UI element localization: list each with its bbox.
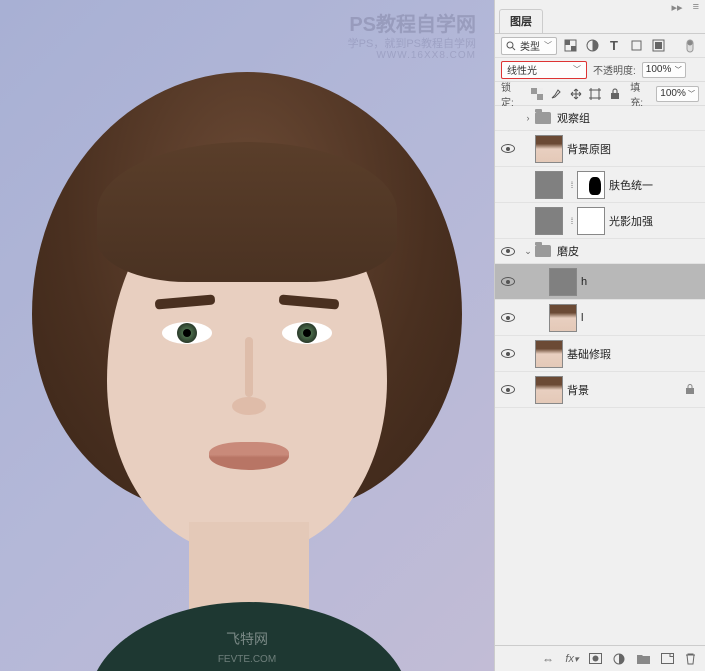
watermark-url: WWW.16XX8.COM	[376, 50, 476, 61]
layers-list[interactable]: › 观察组 背景原图 ⁞ 肤色统一 ⁞	[495, 106, 705, 645]
document-canvas[interactable]: PS教程自学网 学PS，就到PS教程自学网 WWW.16XX8.COM 飞特网 …	[0, 0, 494, 671]
panel-collapse-icon[interactable]: ▸▸	[672, 1, 683, 11]
layer-row[interactable]: ⁞ 光影加强	[495, 203, 705, 239]
layer-row[interactable]: l	[495, 300, 705, 336]
layer-row-background[interactable]: 背景	[495, 372, 705, 408]
expand-toggle[interactable]: ⌄	[521, 246, 535, 257]
eye-icon	[501, 277, 515, 286]
layer-row[interactable]: 背景原图	[495, 131, 705, 167]
new-adjustment-icon[interactable]	[613, 653, 627, 665]
layer-group-row[interactable]: › 观察组	[495, 106, 705, 131]
layer-thumbnail[interactable]	[535, 340, 563, 368]
layer-name[interactable]: 背景	[567, 382, 685, 398]
expand-toggle[interactable]: ›	[521, 113, 535, 123]
layer-group-row[interactable]: ⌄ 磨皮	[495, 239, 705, 264]
filter-toggle-switch[interactable]	[681, 37, 699, 55]
fill-label: 填充:	[630, 79, 652, 109]
visibility-toggle[interactable]	[495, 247, 521, 256]
visibility-toggle[interactable]	[495, 349, 521, 358]
visibility-toggle[interactable]	[495, 144, 521, 153]
tab-layers[interactable]: 图层	[499, 9, 543, 33]
filter-shape-icon[interactable]	[627, 37, 645, 55]
panel-menu-icon[interactable]: ≡	[693, 1, 699, 11]
eye-icon	[501, 144, 515, 153]
filter-type-icon[interactable]: T	[605, 37, 623, 55]
lock-all-icon[interactable]	[607, 86, 622, 102]
layer-name[interactable]: 磨皮	[557, 243, 699, 259]
layers-footer: ⇔ fx▾	[495, 645, 705, 671]
filter-adjustment-icon[interactable]	[583, 37, 601, 55]
layer-thumbnail[interactable]	[535, 135, 563, 163]
chevron-down-icon: ﹀	[573, 64, 581, 75]
eye-icon	[501, 247, 515, 256]
layer-name[interactable]: 光影加强	[609, 213, 699, 229]
layer-thumbnail[interactable]	[535, 171, 563, 199]
blend-mode-select[interactable]: 线性光 ﹀	[501, 61, 587, 79]
layer-thumbnail[interactable]	[549, 304, 577, 332]
layer-filter-bar: 类型 ﹀ T	[495, 34, 705, 58]
mask-link-icon[interactable]: ⁞	[567, 180, 577, 190]
lock-label: 锁定:	[501, 79, 523, 109]
filter-pixel-icon[interactable]	[561, 37, 579, 55]
watermark-bottom-url: FEVTE.COM	[218, 654, 276, 665]
layer-thumbnail[interactable]	[549, 268, 577, 296]
watermark-sub: 学PS，就到PS教程自学网	[348, 35, 476, 51]
layer-name[interactable]: 基础修瑕	[567, 346, 699, 362]
layer-name[interactable]: 背景原图	[567, 141, 699, 157]
lock-artboard-icon[interactable]	[587, 86, 602, 102]
layer-thumbnail[interactable]	[535, 376, 563, 404]
layer-name[interactable]: l	[581, 312, 699, 324]
layers-panel: ▸▸ ≡ 图层 类型 ﹀ T 线性光 ﹀ 不透明度: 100% ﹀	[494, 0, 705, 671]
watermark-title: PS教程自学网	[349, 8, 476, 37]
layer-row[interactable]: 基础修瑕	[495, 336, 705, 372]
eye-icon	[501, 313, 515, 322]
link-layers-icon[interactable]: ⇔	[541, 652, 555, 666]
chevron-down-icon: ﹀	[544, 40, 552, 51]
filter-smart-icon[interactable]	[649, 37, 667, 55]
lock-fill-bar: 锁定: 填充: 100% ﹀	[495, 82, 705, 106]
layer-mask-thumbnail[interactable]	[577, 171, 605, 199]
new-layer-icon[interactable]	[661, 653, 675, 664]
layer-row-selected[interactable]: h	[495, 264, 705, 300]
layer-name[interactable]: 肤色统一	[609, 177, 699, 193]
delete-layer-icon[interactable]	[685, 653, 699, 665]
visibility-toggle[interactable]	[495, 313, 521, 322]
visibility-toggle[interactable]	[495, 277, 521, 286]
search-icon	[506, 41, 516, 51]
fill-input[interactable]: 100% ﹀	[656, 86, 699, 102]
visibility-toggle[interactable]	[495, 385, 521, 394]
layer-name[interactable]: 观察组	[557, 110, 699, 126]
opacity-input[interactable]: 100% ﹀	[642, 62, 686, 78]
layer-thumbnail[interactable]	[535, 207, 563, 235]
folder-icon	[535, 245, 551, 257]
layer-row[interactable]: ⁞ 肤色统一	[495, 167, 705, 203]
blend-opacity-bar: 线性光 ﹀ 不透明度: 100% ﹀	[495, 58, 705, 82]
lock-paint-icon[interactable]	[548, 86, 563, 102]
filter-kind-select[interactable]: 类型 ﹀	[501, 37, 557, 55]
chevron-down-icon: ﹀	[688, 89, 695, 99]
opacity-label: 不透明度:	[593, 62, 636, 77]
lock-position-icon[interactable]	[568, 86, 583, 102]
new-group-icon[interactable]	[637, 653, 651, 664]
fx-icon[interactable]: fx▾	[565, 653, 579, 665]
eye-icon	[501, 349, 515, 358]
watermark-bottom: 飞特网	[226, 629, 268, 649]
chevron-down-icon: ﹀	[675, 65, 682, 75]
layer-name[interactable]: h	[581, 276, 699, 288]
folder-icon	[535, 112, 551, 124]
layer-mask-thumbnail[interactable]	[577, 207, 605, 235]
portrait-image	[107, 172, 387, 552]
eye-icon	[501, 385, 515, 394]
panel-tabs: 图层	[495, 12, 705, 34]
lock-icon	[685, 384, 699, 395]
lock-transparency-icon[interactable]	[529, 86, 544, 102]
add-mask-icon[interactable]	[589, 653, 603, 664]
mask-link-icon[interactable]: ⁞	[567, 216, 577, 226]
